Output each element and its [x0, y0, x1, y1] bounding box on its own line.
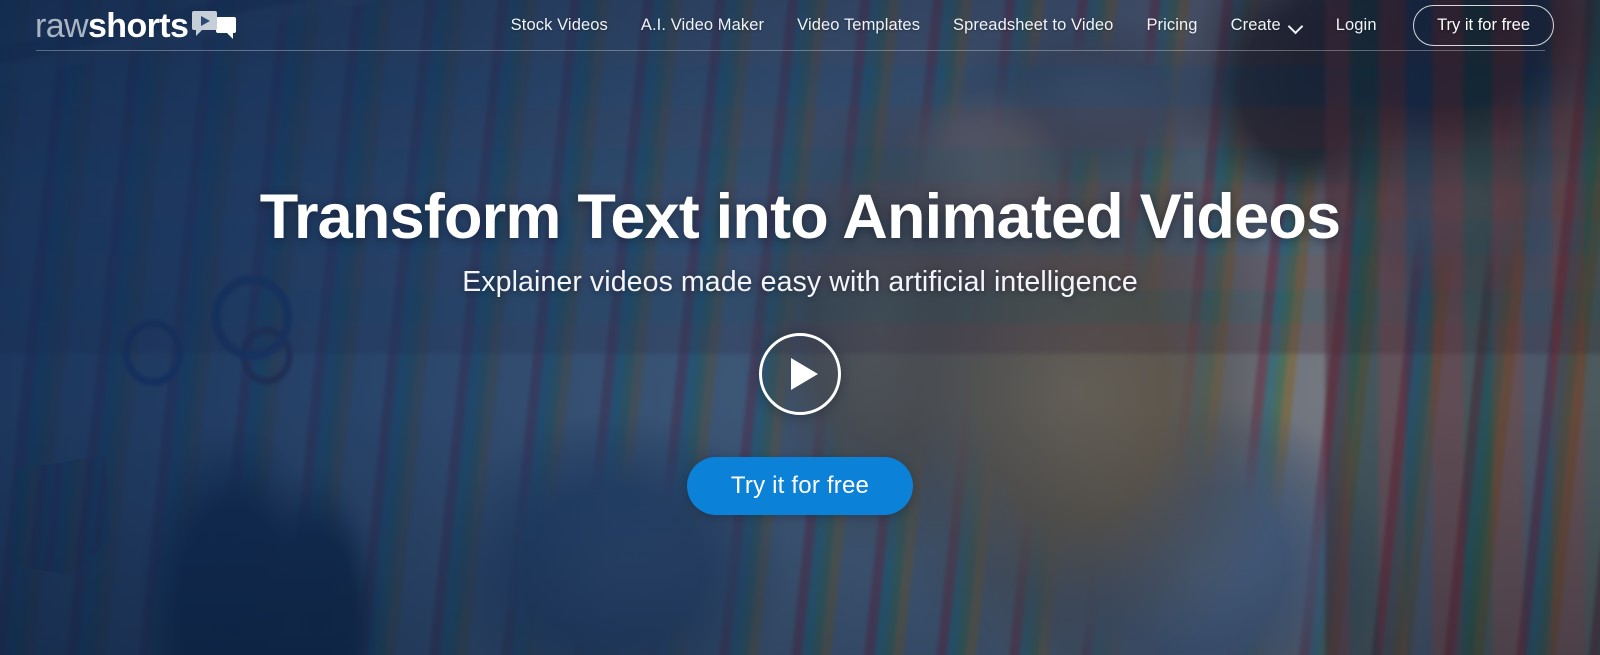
- nav-item-login[interactable]: Login: [1319, 0, 1393, 51]
- header-try-it-for-free-button[interactable]: Try it for free: [1413, 5, 1554, 46]
- logo-text-shorts: shorts: [88, 6, 189, 45]
- chevron-down-icon: [1290, 20, 1303, 33]
- logo-text-raw: raw: [35, 6, 89, 45]
- hero-headline: Transform Text into Animated Videos: [259, 182, 1341, 252]
- hero-subheadline: Explainer videos made easy with artifici…: [462, 265, 1138, 298]
- nav-item-spreadsheet-to-video[interactable]: Spreadsheet to Video: [937, 0, 1130, 51]
- hero-vignette-overlay: [0, 0, 1600, 655]
- play-triangle-icon: [201, 15, 211, 26]
- play-video-button[interactable]: [759, 332, 841, 415]
- play-icon: [790, 357, 818, 390]
- nav-item-create[interactable]: Create: [1214, 0, 1319, 51]
- main-navigation: Stock Videos A.I. Video Maker Video Temp…: [494, 0, 1600, 51]
- nav-item-ai-video-maker[interactable]: A.I. Video Maker: [624, 0, 780, 51]
- nav-item-stock-videos[interactable]: Stock Videos: [494, 0, 624, 51]
- logo-text: rawshorts: [35, 6, 189, 45]
- nav-item-create-label: Create: [1230, 16, 1281, 34]
- nav-item-video-templates[interactable]: Video Templates: [781, 0, 937, 51]
- chat-bubble-back-icon: [216, 16, 237, 39]
- site-header: rawshorts Stock Videos A.I. Video Maker …: [0, 0, 1600, 51]
- chat-bubble-play-icon: [190, 10, 237, 41]
- nav-item-pricing[interactable]: Pricing: [1130, 0, 1214, 51]
- hero-section: rawshorts Stock Videos A.I. Video Maker …: [0, 0, 1600, 655]
- logo[interactable]: rawshorts: [35, 0, 237, 51]
- hero-try-it-for-free-button[interactable]: Try it for free: [686, 456, 914, 515]
